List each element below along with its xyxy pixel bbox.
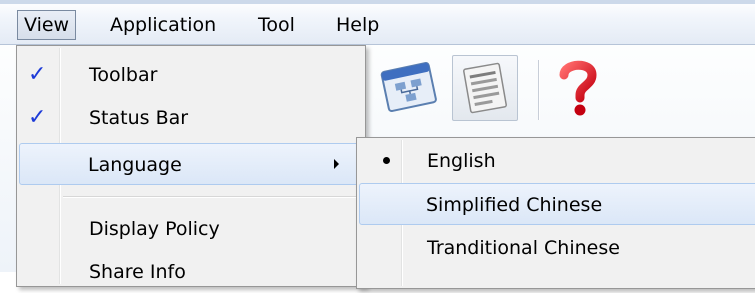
check-icon: ✓: [28, 62, 47, 87]
document-list-button[interactable]: [452, 55, 518, 121]
radio-bullet-icon: [383, 157, 390, 164]
menu-application[interactable]: Application: [104, 10, 222, 40]
view-menu: ✓ Toolbar ✓ Status Bar Language Display …: [16, 45, 366, 287]
menu-bar: View Application Tool Help: [0, 0, 755, 45]
document-list-icon: [463, 62, 507, 114]
menu-item-traditional-chinese-label: Tranditional Chinese: [427, 237, 620, 259]
menu-item-language-label: Language: [88, 154, 182, 176]
menu-item-english[interactable]: English: [359, 140, 755, 182]
menu-item-language[interactable]: Language: [19, 143, 361, 185]
check-icon: ✓: [28, 105, 47, 130]
menu-separator: [63, 196, 359, 197]
help-icon: [559, 60, 597, 116]
language-submenu: English Simplified Chinese Tranditional …: [356, 137, 755, 289]
menu-item-share-info-label: Share Info: [89, 261, 186, 283]
menu-item-share-info[interactable]: Share Info: [19, 251, 361, 293]
toolbar-separator: [538, 60, 539, 120]
org-chart-button[interactable]: [376, 55, 442, 121]
menu-item-status-bar[interactable]: ✓ Status Bar: [19, 97, 361, 139]
help-button[interactable]: [548, 55, 614, 121]
org-chart-icon: [380, 62, 437, 113]
menu-item-status-bar-label: Status Bar: [89, 107, 189, 129]
window-top-strip: [0, 0, 755, 4]
menu-help[interactable]: Help: [330, 10, 385, 40]
menu-item-traditional-chinese[interactable]: Tranditional Chinese: [359, 227, 755, 269]
menu-item-display-policy[interactable]: Display Policy: [19, 208, 361, 250]
menu-view[interactable]: View: [17, 10, 77, 40]
menu-item-toolbar[interactable]: ✓ Toolbar: [19, 54, 361, 96]
menu-tool[interactable]: Tool: [252, 10, 301, 40]
submenu-arrow-icon: [334, 159, 339, 169]
menu-item-display-policy-label: Display Policy: [89, 218, 220, 240]
menu-item-simplified-chinese[interactable]: Simplified Chinese: [359, 183, 755, 225]
menu-item-toolbar-label: Toolbar: [89, 64, 158, 86]
menu-item-simplified-chinese-label: Simplified Chinese: [426, 194, 603, 216]
menu-item-english-label: English: [427, 150, 496, 172]
